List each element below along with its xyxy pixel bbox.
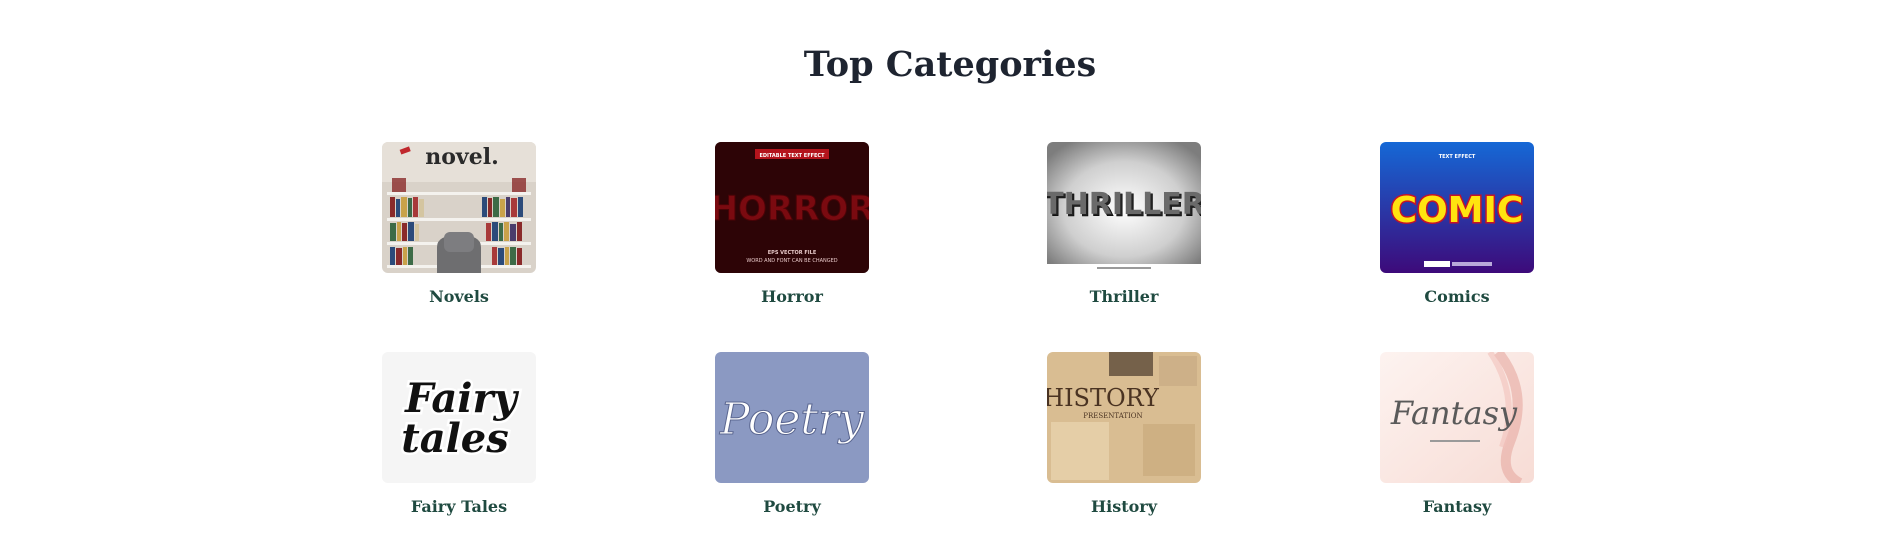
novels-thumbnail[interactable]: novel. — [382, 142, 536, 273]
comics-thumbnail[interactable]: TEXT EFFECT COMIC — [1380, 142, 1534, 273]
svg-text:COMIC: COMIC — [1391, 190, 1524, 231]
category-card-comics[interactable]: TEXT EFFECT COMIC Comics — [1337, 142, 1577, 306]
svg-text:PRESENTATION: PRESENTATION — [1083, 412, 1142, 420]
category-card-history[interactable]: HISTORY PRESENTATION History — [1004, 352, 1244, 516]
category-card-horror[interactable]: EDITABLE TEXT EFFECT HORROR EPS VECTOR F… — [672, 142, 912, 306]
category-card-novels[interactable]: novel. Novels — [339, 142, 579, 306]
category-label[interactable]: Comics — [1337, 287, 1577, 306]
fairy-tales-lettering-image: Fairy tales — [382, 352, 536, 483]
top-categories-section: Top Categories novel. Novels EDITABLE TE… — [0, 0, 1900, 554]
svg-text:WORD AND FONT CAN BE CHANGED: WORD AND FONT CAN BE CHANGED — [746, 258, 837, 264]
horror-thumbnail[interactable]: EDITABLE TEXT EFFECT HORROR EPS VECTOR F… — [715, 142, 869, 273]
svg-text:EPS VECTOR FILE: EPS VECTOR FILE — [768, 250, 817, 256]
category-label[interactable]: History — [1004, 497, 1244, 516]
horror-text-effect-image: EDITABLE TEXT EFFECT HORROR EPS VECTOR F… — [715, 142, 869, 273]
category-card-fairy-tales[interactable]: Fairy tales Fairy Tales — [339, 352, 579, 516]
svg-text:THRILLER: THRILLER — [1047, 187, 1201, 222]
thriller-text-effect-image: THRILLER THRILLER — [1047, 142, 1201, 273]
history-thumbnail[interactable]: HISTORY PRESENTATION — [1047, 352, 1201, 483]
thriller-thumbnail[interactable]: THRILLER THRILLER — [1047, 142, 1201, 273]
category-label[interactable]: Fantasy — [1337, 497, 1577, 516]
poetry-lettering-image: Poetry — [715, 352, 869, 483]
svg-text:tales: tales — [401, 415, 509, 462]
category-card-poetry[interactable]: Poetry Poetry — [672, 352, 912, 516]
fairy-tales-thumbnail[interactable]: Fairy tales — [382, 352, 536, 483]
bookshelf-image: novel. — [382, 142, 536, 273]
svg-text:Fantasy: Fantasy — [1390, 394, 1518, 432]
svg-text:HORROR: HORROR — [715, 189, 869, 229]
svg-text:EDITABLE TEXT EFFECT: EDITABLE TEXT EFFECT — [759, 153, 825, 159]
categories-grid: novel. Novels EDITABLE TEXT EFFECT HORRO… — [0, 0, 1900, 554]
category-card-thriller[interactable]: THRILLER THRILLER Thriller — [1004, 142, 1244, 306]
comic-text-effect-image: TEXT EFFECT COMIC — [1380, 142, 1534, 273]
history-presentation-image: HISTORY PRESENTATION — [1047, 352, 1201, 483]
svg-text:Poetry: Poetry — [719, 394, 865, 445]
category-label[interactable]: Thriller — [1004, 287, 1244, 306]
category-label[interactable]: Horror — [672, 287, 912, 306]
svg-text:HISTORY: HISTORY — [1047, 384, 1160, 412]
fantasy-thumbnail[interactable]: Fantasy — [1380, 352, 1534, 483]
category-card-fantasy[interactable]: Fantasy Fantasy — [1337, 352, 1577, 516]
svg-text:novel.: novel. — [425, 144, 498, 170]
fantasy-lettering-image: Fantasy — [1380, 352, 1534, 483]
category-label[interactable]: Fairy Tales — [339, 497, 579, 516]
svg-text:TEXT EFFECT: TEXT EFFECT — [1439, 154, 1476, 160]
poetry-thumbnail[interactable]: Poetry — [715, 352, 869, 483]
category-label[interactable]: Novels — [339, 287, 579, 306]
category-label[interactable]: Poetry — [672, 497, 912, 516]
